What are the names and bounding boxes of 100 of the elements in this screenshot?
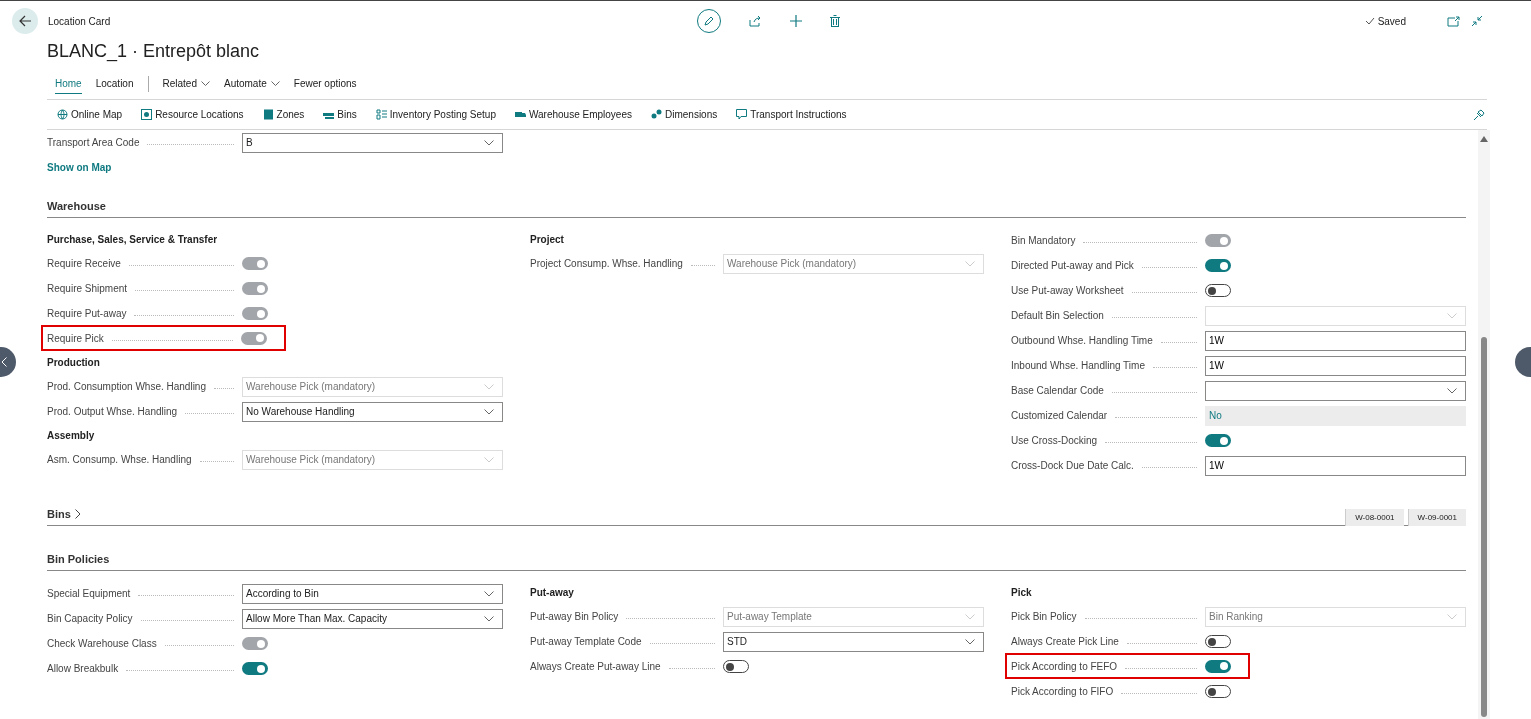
action-button[interactable]: Zones xyxy=(262,109,305,120)
input-field[interactable]: 1W xyxy=(1205,330,1466,351)
action-button[interactable]: Transport Instructions xyxy=(736,109,847,120)
collapse-icon[interactable] xyxy=(1471,15,1483,27)
field-label: Use Put-away Worksheet xyxy=(1011,285,1124,296)
menu-tab[interactable]: Home xyxy=(55,74,82,94)
action-button[interactable]: Bins xyxy=(323,109,357,120)
field-label: Prod. Output Whse. Handling xyxy=(47,406,178,417)
scrollbar[interactable] xyxy=(1478,130,1490,719)
speech-bubble-icon xyxy=(736,109,748,120)
toggle-switch[interactable] xyxy=(242,662,268,675)
field-label: Prod. Consumption Whse. Handling xyxy=(47,381,206,392)
open-new-window-icon[interactable] xyxy=(1447,15,1460,27)
group-title: Put-away xyxy=(530,586,575,600)
field-label: Inbound Whse. Handling Time xyxy=(1011,360,1145,371)
chevron-left-icon xyxy=(1,357,7,367)
menu-tab[interactable]: Related xyxy=(162,74,210,94)
section-header[interactable]: Bin Policies xyxy=(47,548,1466,571)
chevron-down-icon xyxy=(965,638,975,645)
plus-icon[interactable] xyxy=(790,15,802,27)
chevron-right-icon[interactable] xyxy=(74,509,81,519)
breadcrumb: Location Card xyxy=(48,15,111,27)
field-label: Bin Capacity Policy xyxy=(47,613,133,624)
toggle-switch[interactable] xyxy=(1205,685,1231,698)
action-button[interactable]: Resource Locations xyxy=(141,109,244,120)
chevron-down-icon xyxy=(1447,312,1457,319)
toggle-switch[interactable] xyxy=(723,660,749,673)
menu-tab[interactable]: Fewer options xyxy=(293,74,357,94)
field-label: Put-away Template Code xyxy=(530,636,642,647)
dropdown-field[interactable]: STD xyxy=(723,631,984,652)
chevron-down-icon xyxy=(270,80,280,87)
back-button[interactable] xyxy=(12,8,38,34)
field-label: Put-away Bin Policy xyxy=(530,611,619,622)
field-label: Pick According to FEFO xyxy=(1011,660,1118,672)
dropdown-field[interactable]: No Warehouse Handling xyxy=(242,401,503,422)
group-title: Purchase, Sales, Service & Transfer xyxy=(47,233,219,247)
field-label: Pick According to FIFO xyxy=(1011,686,1114,697)
check-icon xyxy=(1364,17,1375,25)
field-label: Require Put-away xyxy=(47,308,127,319)
chevron-down-icon xyxy=(484,408,494,415)
pencil-icon xyxy=(703,15,715,27)
dropdown-field[interactable]: B xyxy=(242,132,503,153)
section-header[interactable]: Bins W-08-0001 W-09-0001 xyxy=(47,503,1466,526)
section-title[interactable]: Warehouse xyxy=(47,200,106,212)
field-label: Cross-Dock Due Date Calc. xyxy=(1011,460,1134,471)
input-field[interactable]: 1W xyxy=(1205,455,1466,476)
action-button[interactable]: Online Map xyxy=(57,109,123,120)
list-icon xyxy=(375,109,387,120)
field-label: Allow Breakbulk xyxy=(47,663,119,674)
toggle-switch[interactable] xyxy=(1205,659,1231,673)
dropdown-field[interactable] xyxy=(1205,380,1466,401)
field-label: Require Receive xyxy=(47,258,121,269)
action-button[interactable]: Dimensions xyxy=(651,109,718,120)
readonly-field: No xyxy=(1205,405,1466,426)
chevron-down-icon xyxy=(484,615,494,622)
action-button[interactable]: Warehouse Employees xyxy=(514,109,632,120)
group-title: Production xyxy=(47,356,101,370)
field-label: Use Cross-Docking xyxy=(1011,435,1098,446)
field-label: Project Consump. Whse. Handling xyxy=(530,258,683,269)
group-title: Pick xyxy=(1011,586,1033,600)
dropdown-field[interactable]: Allow More Than Max. Capacity xyxy=(242,608,503,629)
chevron-down-icon xyxy=(484,383,494,390)
globe-icon xyxy=(57,109,68,120)
dropdown-field[interactable]: According to Bin xyxy=(242,583,503,604)
toggle-switch[interactable] xyxy=(1205,434,1231,447)
target-icon xyxy=(141,109,153,120)
toggle-switch[interactable] xyxy=(1205,635,1231,648)
input-field[interactable]: 1W xyxy=(1205,355,1466,376)
section-title[interactable]: Bins xyxy=(47,508,71,520)
bin-chip[interactable]: W-08-0001 xyxy=(1345,509,1404,526)
section-title[interactable]: Bin Policies xyxy=(47,553,110,565)
chevron-down-icon xyxy=(965,260,975,267)
trash-icon[interactable] xyxy=(830,15,840,27)
book-icon xyxy=(262,109,274,120)
share-icon[interactable] xyxy=(749,15,762,27)
group-title: Assembly xyxy=(47,429,96,443)
pin-icon[interactable] xyxy=(1473,108,1485,121)
toggle-switch[interactable] xyxy=(1205,284,1231,297)
field-label: Require Shipment xyxy=(47,283,128,294)
chevron-down-icon xyxy=(200,80,210,87)
field-label: Always Create Put-away Line xyxy=(530,661,661,672)
field-label: Default Bin Selection xyxy=(1011,310,1104,321)
toggle-switch[interactable] xyxy=(1205,259,1231,272)
bin-chip[interactable]: W-09-0001 xyxy=(1407,509,1466,526)
chevron-down-icon xyxy=(965,613,975,620)
field-label: Asm. Consump. Whse. Handling xyxy=(47,454,192,465)
section-header[interactable]: Warehouse xyxy=(47,195,1466,218)
dots-icon xyxy=(651,109,662,120)
menu-tab[interactable]: Location xyxy=(95,74,134,94)
scroll-up-icon[interactable] xyxy=(1480,136,1488,142)
field-label: Check Warehouse Class xyxy=(47,638,157,649)
field-label: Bin Mandatory xyxy=(1011,235,1076,246)
action-button[interactable]: Inventory Posting Setup xyxy=(375,109,496,120)
menu-tab[interactable]: Automate xyxy=(223,74,280,94)
group-title: Project xyxy=(530,233,565,247)
show-on-map-link[interactable]: Show on Map xyxy=(47,162,1466,173)
arrow-left-icon xyxy=(18,14,32,28)
chevron-down-icon xyxy=(1447,387,1457,394)
page-title: BLANC_1 · Entrepôt blanc xyxy=(46,41,261,64)
field-label: Always Create Pick Line xyxy=(1011,636,1119,647)
